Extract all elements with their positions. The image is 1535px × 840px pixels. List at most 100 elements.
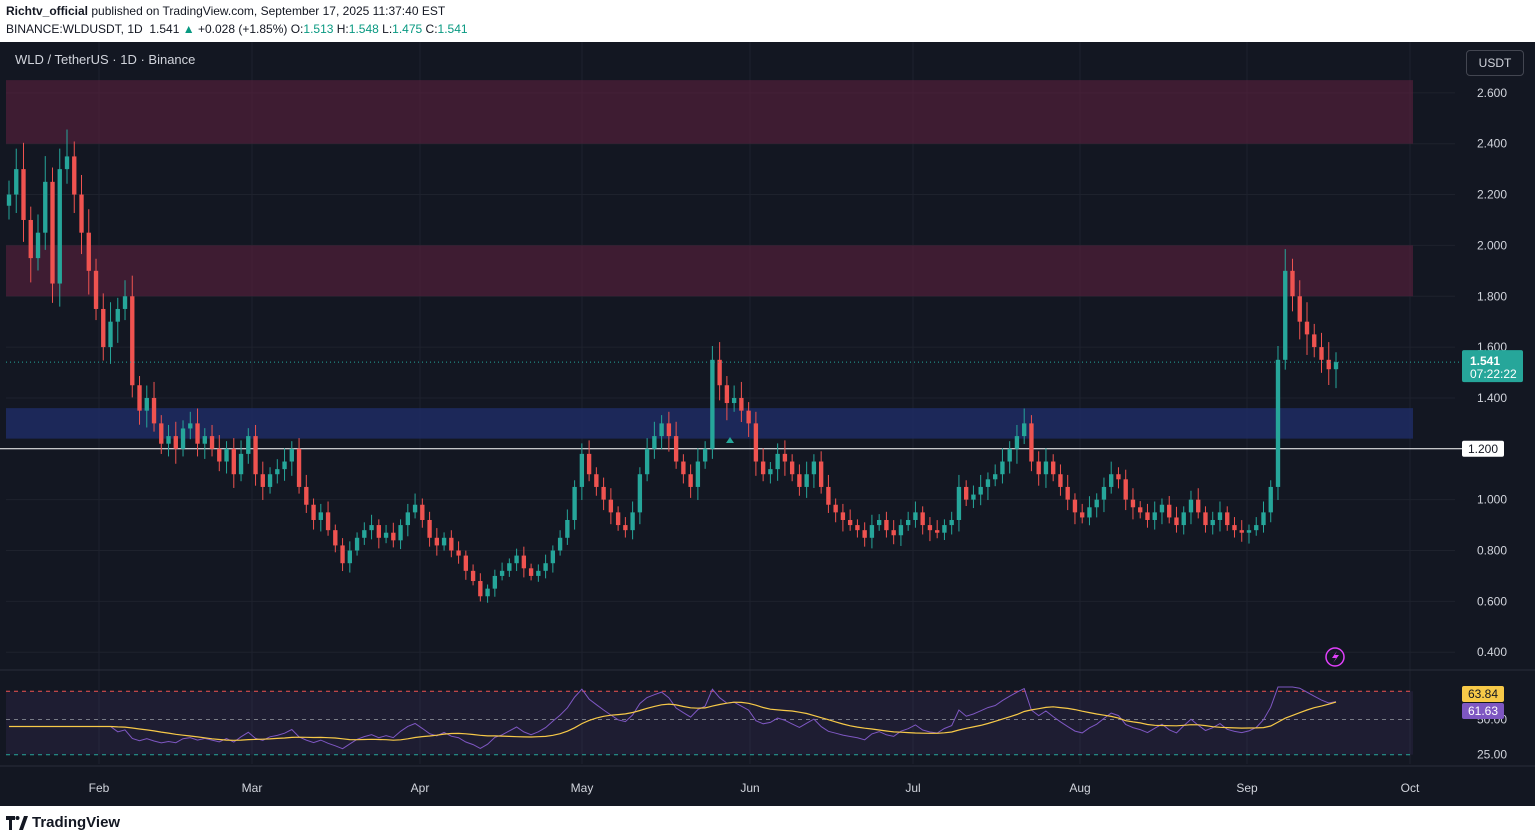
chart-title: WLD / TetherUS · 1D · Binance: [15, 52, 196, 67]
time-axis-label: Aug: [1069, 781, 1090, 795]
candle: [449, 537, 454, 551]
candle: [1246, 530, 1252, 533]
high-value: 1.548: [348, 22, 379, 36]
candle: [623, 525, 628, 531]
candle: [1109, 474, 1114, 487]
candle: [325, 512, 331, 531]
candle: [826, 486, 831, 505]
candle: [971, 494, 976, 500]
candle: [724, 385, 730, 404]
candle: [956, 486, 962, 520]
candle: [543, 563, 548, 571]
candle: [282, 461, 287, 470]
publish-date: published on TradingView.com, September …: [91, 4, 446, 18]
candle: [21, 169, 26, 220]
candle: [456, 550, 461, 556]
candle: [108, 321, 113, 348]
candle: [1101, 486, 1107, 500]
candle: [688, 474, 693, 487]
close-label: C:: [425, 22, 438, 36]
candle: [942, 525, 947, 533]
candle: [347, 550, 352, 564]
candle: [130, 296, 135, 386]
candle: [637, 474, 643, 513]
candle: [137, 385, 142, 411]
candle: [608, 499, 614, 513]
candle: [1007, 448, 1012, 462]
candle: [333, 530, 338, 546]
tradingview-logo[interactable]: TradingView: [6, 814, 120, 831]
candle: [1123, 479, 1128, 500]
price-axis-label: 1.800: [1477, 289, 1507, 303]
candle: [1014, 436, 1020, 449]
candle: [441, 537, 447, 546]
candle: [1283, 270, 1288, 360]
candle: [993, 474, 998, 480]
candle: [217, 448, 222, 462]
candle: [427, 519, 432, 538]
price-axis-label: 0.600: [1477, 594, 1507, 608]
candle: [383, 532, 389, 538]
price-axis-label: 1.000: [1477, 493, 1507, 507]
candle: [115, 308, 120, 322]
low-value: 1.475: [392, 22, 423, 36]
candle: [1312, 334, 1317, 348]
candle: [550, 550, 556, 564]
candle: [565, 519, 570, 538]
candle: [666, 423, 672, 437]
candle: [1203, 512, 1208, 526]
support-zone: [6, 408, 1413, 439]
price-tag-value: 1.541: [1470, 354, 1500, 368]
candle: [6, 194, 12, 206]
ohlc-summary: BINANCE:WLDUSDT, 1D 1.541 ▲ +0.028 (+1.8…: [6, 22, 468, 36]
candle: [775, 453, 780, 470]
candle: [224, 448, 229, 462]
publish-header: Richtv_official published on TradingView…: [0, 0, 1535, 42]
last-price: 1.541: [149, 22, 180, 36]
candle: [1196, 499, 1201, 513]
candle: [1080, 512, 1085, 518]
author-name[interactable]: Richtv_official: [6, 4, 88, 18]
rsi-value: 63.84: [1468, 687, 1498, 701]
candle: [594, 474, 599, 487]
tradingview-logo-text: TradingView: [32, 814, 121, 831]
candle: [405, 512, 411, 526]
time-axis-label: Apr: [411, 781, 430, 795]
resistance-zone: [6, 245, 1413, 297]
chart-area[interactable]: Feb Mar Apr May Jun Jul Aug Sep Oct 2.600 2.400 2.2…: [0, 42, 1535, 806]
candle: [1290, 270, 1295, 297]
candle: [753, 423, 759, 462]
candle: [209, 436, 215, 449]
candle: [398, 525, 403, 541]
candle: [1239, 530, 1244, 533]
candle: [710, 359, 715, 449]
candle: [1043, 461, 1049, 475]
price-chart[interactable]: Feb Mar Apr May Jun Jul Aug Sep Oct 2.600 2.400 2.2…: [0, 42, 1535, 806]
candle: [557, 537, 563, 551]
candle: [521, 555, 527, 569]
tradingview-logo-icon: [6, 815, 28, 830]
candle: [572, 486, 577, 520]
time-axis-label: Jun: [740, 781, 759, 795]
candle: [876, 519, 882, 526]
candle: [1000, 461, 1005, 475]
candle: [862, 530, 867, 538]
candle: [57, 169, 62, 284]
candle: [93, 270, 99, 309]
price-axis-label: 2.600: [1477, 86, 1507, 100]
candle: [615, 512, 621, 526]
time-axis-label: Jul: [905, 781, 920, 795]
candle: [884, 519, 889, 531]
candle: [354, 537, 360, 551]
candle: [470, 570, 476, 582]
candle: [485, 588, 490, 597]
candle: [318, 512, 323, 520]
candle: [978, 486, 983, 495]
currency-button[interactable]: USDT: [1466, 50, 1524, 76]
candle: [536, 570, 541, 576]
candle: [601, 486, 606, 500]
candle: [905, 519, 911, 526]
candle: [1022, 423, 1027, 437]
candle: [855, 525, 860, 531]
candle: [79, 194, 84, 233]
